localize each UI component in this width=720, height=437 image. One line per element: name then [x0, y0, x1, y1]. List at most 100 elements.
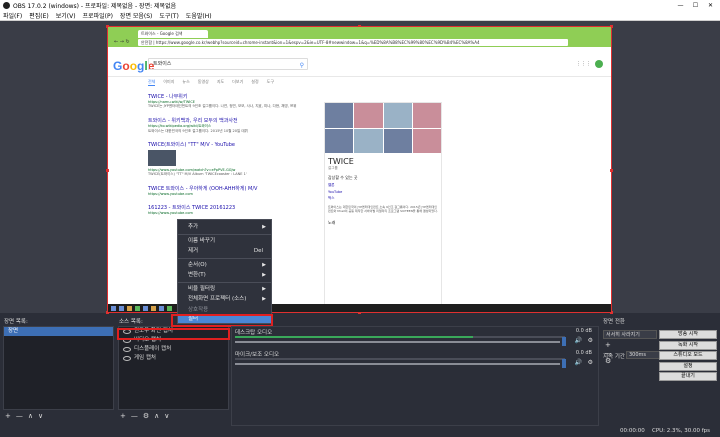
menu-view[interactable]: 보기(V) [56, 11, 76, 20]
search-icon: ⚲ [299, 62, 304, 69]
mixer-channel-name: 마이크/보조 오디오 [235, 352, 280, 358]
volume-slider-handle[interactable] [562, 337, 566, 346]
knowledge-description: 트와이스는 대한민국의 JYP엔터테인먼트 소속 9인조 걸그룹이다. 2015… [328, 205, 438, 213]
list-item[interactable]: 장면 [4, 327, 113, 336]
browser-tab: 트와이스 - Google 검색 [138, 30, 208, 38]
volume-slider[interactable] [235, 341, 560, 343]
move-up-button[interactable]: ∧ [154, 412, 159, 420]
add-scene-button[interactable]: + [5, 412, 11, 420]
taskbar-app-icon [159, 305, 164, 311]
duration-input[interactable]: 300ms [626, 351, 660, 359]
minimize-button[interactable]: — [673, 0, 688, 11]
result-url: https://www.youtube.com [148, 191, 193, 196]
menu-scene-collection[interactable]: 장면 모음(S) [120, 11, 152, 20]
taskbar-app-icon [119, 305, 124, 311]
ctx-order[interactable]: 순서(O) ▶ [178, 260, 271, 271]
remove-scene-button[interactable]: — [16, 412, 23, 420]
audio-mixer: 데스크탑 오디오 0.0 dB 🔊 ⚙ 마이크/보조 오디오 0.0 dB 🔊 … [231, 326, 599, 426]
taskbar-app-icon [151, 305, 156, 311]
google-query: 트와이스 [153, 61, 172, 67]
menu-divider [178, 257, 271, 259]
eye-icon[interactable] [123, 347, 131, 352]
add-source-button[interactable]: + [120, 412, 126, 420]
google-tab-news: 뉴스 [182, 79, 190, 84]
gear-icon[interactable]: ⚙ [588, 337, 593, 344]
apps-grid-icon: ⋮⋮⋮ [576, 61, 591, 67]
move-down-button[interactable]: ∨ [38, 412, 43, 420]
google-tab-tools: 도구 [266, 79, 275, 84]
video-thumbnails [148, 150, 318, 166]
exit-button[interactable]: 끝내기 [659, 372, 717, 381]
sources-toolbar: + — ⚙ ∧ ∨ [120, 412, 169, 420]
menu-edit[interactable]: 편집(E) [29, 11, 49, 20]
ctx-scale-filtering[interactable]: 비율 필터링 ▶ [178, 284, 271, 295]
eye-icon[interactable] [123, 356, 131, 361]
menu-divider [178, 281, 271, 283]
window-controls: — ☐ ✕ [673, 0, 718, 11]
chevron-right-icon: ▶ [262, 296, 266, 302]
volume-slider[interactable] [235, 363, 560, 365]
result-snippet: TWICE는 JYP엔터테인먼트의 9인조 걸그룹이다. 나연, 정연, 모모,… [148, 104, 297, 108]
search-results: TWICE - 나무위키 https://namu.wiki/w/TWICE T… [148, 93, 318, 223]
speaker-icon[interactable]: 🔊 [575, 337, 582, 344]
move-up-button[interactable]: ∧ [28, 412, 33, 420]
highlight-box [117, 328, 230, 340]
list-item: 161223 - 트와이스 TWICE 20161223 https://www… [148, 204, 318, 215]
taskbar-app-icon [127, 305, 132, 311]
maximize-button[interactable]: ☐ [688, 0, 703, 11]
speaker-icon[interactable]: 🔊 [575, 359, 582, 366]
resize-handle[interactable] [610, 169, 613, 172]
sources-label: 소스 목록: [119, 319, 143, 325]
knowledge-images [325, 103, 441, 153]
menu-file[interactable]: 파일(F) [3, 11, 22, 20]
chevron-right-icon: ▶ [262, 224, 266, 230]
result-title: TWICE - 나무위키 [148, 94, 188, 100]
volume-slider-handle[interactable] [562, 359, 566, 368]
source-properties-gear-icon[interactable]: ⚙ [143, 412, 149, 420]
google-tab-more: 더보기 [232, 79, 244, 84]
gear-icon[interactable]: ⚙ [588, 359, 593, 366]
windows-start-icon [111, 305, 116, 311]
controls-panel: 방송 시작 녹화 시작 스튜디오 모드 설정 끝내기 [659, 330, 717, 383]
remove-source-button[interactable]: — [131, 412, 138, 420]
obs-logo-icon [3, 2, 10, 9]
ctx-rename[interactable]: 이름 바꾸기 [178, 236, 271, 247]
ctx-fullscreen-projector[interactable]: 전체화면 프로젝터 (소스) ▶ [178, 294, 271, 305]
ctx-add[interactable]: 추가 ▶ [178, 222, 271, 233]
google-header: Google 트와이스 ⚲ ⋮⋮⋮ [108, 47, 611, 77]
result-url: https://www.youtube.com [148, 210, 193, 215]
ctx-transform[interactable]: 변환(T) ▶ [178, 270, 271, 281]
chevron-right-icon: ▶ [262, 272, 266, 278]
taskbar-app-icon [143, 305, 148, 311]
chevron-right-icon: ▶ [262, 261, 266, 268]
scenes-list[interactable]: 장면 [3, 326, 114, 410]
menu-help[interactable]: 도움말(H) [186, 11, 212, 20]
list-item[interactable]: 게임 캡처 [119, 354, 228, 363]
context-menu: 추가 ▶ 이름 바꾸기 제거 Del 순서(O) ▶ 변환(T) ▶ 비율 필터링 ▶ 전… [177, 219, 272, 311]
google-tab-videos: 동영상 [197, 79, 209, 84]
ctx-remove[interactable]: 제거 Del [178, 246, 271, 257]
taskbar-app-icon [167, 305, 172, 311]
list-item[interactable]: 디스플레이 캡처 [119, 345, 228, 354]
move-down-button[interactable]: ∨ [164, 412, 169, 420]
start-streaming-button[interactable]: 방송 시작 [659, 330, 717, 339]
taskbar-app-icon [135, 305, 140, 311]
volume-meter [235, 336, 565, 338]
start-recording-button[interactable]: 녹화 시작 [659, 340, 717, 350]
status-cpu: CPU: 2.3%, 30.00 fps [652, 428, 711, 434]
transition-label: 장면 전환 [603, 319, 625, 325]
list-item: TWICE(트와이스) "TT" M/V - YouTube https://w… [148, 141, 318, 177]
browser-nav-icons: ← → ↻ [114, 39, 130, 45]
resize-handle[interactable] [106, 169, 109, 172]
close-button[interactable]: ✕ [703, 0, 718, 11]
menu-profile[interactable]: 프로파일(P) [83, 11, 113, 20]
google-search-box: 트와이스 ⚲ [148, 58, 308, 70]
menu-tools[interactable]: 도구(T) [159, 11, 178, 20]
mixer-db: 0.0 dB [575, 350, 592, 356]
settings-button[interactable]: 설정 [659, 361, 717, 371]
studio-mode-button[interactable]: 스튜디오 모드 [659, 351, 717, 360]
transition-select[interactable]: 서서히 사라지기 [603, 330, 657, 339]
knowledge-title: TWICE [328, 157, 354, 166]
mixer-channel: 데스크탑 오디오 0.0 dB 🔊 ⚙ [232, 327, 598, 349]
window-title: OBS 17.0.2 (windows) - 프로파일: 제목없음 - 장면: … [13, 3, 177, 10]
